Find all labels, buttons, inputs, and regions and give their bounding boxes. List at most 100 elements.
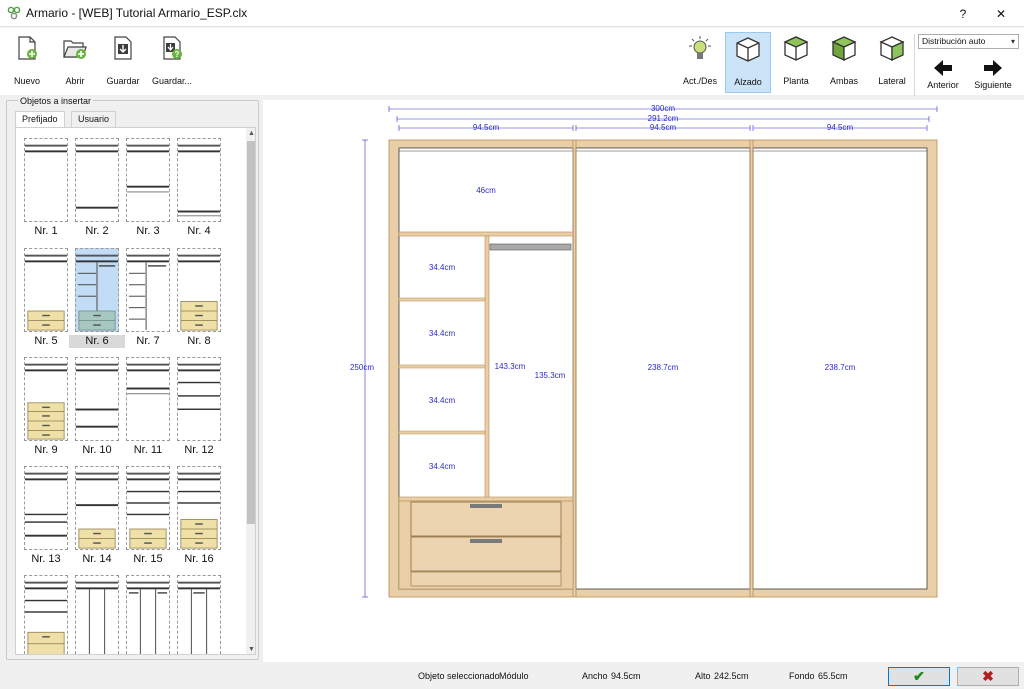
object-thumbnail xyxy=(24,466,68,550)
object-item-11[interactable]: Nr. 11 xyxy=(126,357,170,458)
object-caption: Nr. 5 xyxy=(34,335,58,347)
open-label: Abrir xyxy=(65,76,85,86)
object-item-10[interactable]: Nr. 10 xyxy=(75,357,119,458)
height-value: 242.5cm xyxy=(714,671,749,681)
object-item-18[interactable] xyxy=(75,575,119,654)
top-view-button[interactable]: Planta xyxy=(773,32,819,93)
next-button[interactable]: Siguiente xyxy=(968,54,1018,90)
window-title: Armario - [WEB] Tutorial Armario_ESP.clx xyxy=(26,6,248,20)
side-view-button[interactable]: Lateral xyxy=(869,32,915,93)
object-caption: Nr. 3 xyxy=(136,225,160,237)
new-file-icon xyxy=(18,36,37,60)
objects-panel-legend: Objetos a insertar xyxy=(18,96,94,106)
object-caption: Nr. 2 xyxy=(85,225,109,237)
save-button[interactable]: Guardar xyxy=(98,32,148,90)
dim-module-2: 94.5cm xyxy=(650,123,677,132)
object-item-9[interactable]: Nr. 9 xyxy=(24,357,68,458)
cube-both-icon xyxy=(831,36,857,62)
object-item-15[interactable]: Nr. 15 xyxy=(126,466,170,567)
object-caption: Nr. 16 xyxy=(184,553,214,565)
object-caption: Nr. 4 xyxy=(187,225,211,237)
open-folder-icon xyxy=(63,40,87,59)
object-item-3[interactable]: Nr. 3 xyxy=(126,138,170,239)
previous-button[interactable]: Anterior xyxy=(918,54,968,90)
dim-shelf-3: 34.4cm xyxy=(429,396,456,405)
app-logo-icon xyxy=(7,6,21,20)
tab-usuario[interactable]: Usuario xyxy=(71,111,117,127)
save-as-label: Guardar... xyxy=(151,76,193,86)
side-view-label: Lateral xyxy=(878,76,906,86)
dim-module-3: 94.5cm xyxy=(827,123,854,132)
object-thumbnail xyxy=(177,575,221,654)
new-label: Nuevo xyxy=(13,76,40,86)
both-view-button[interactable]: Ambas xyxy=(821,32,867,93)
object-thumbnail xyxy=(177,248,221,332)
scroll-down-icon[interactable]: ▼ xyxy=(246,644,255,654)
wardrobe-elevation: 300cm 291.2cm 94.5cm 94.5cm 94.5cm 250cm xyxy=(350,104,938,598)
object-item-4[interactable]: Nr. 4 xyxy=(177,138,221,239)
toggle-view-label: Act./Des xyxy=(682,76,717,86)
object-item-8[interactable]: Nr. 8 xyxy=(177,248,221,349)
object-caption: Nr. 12 xyxy=(184,444,214,456)
scrollbar-thumb[interactable] xyxy=(247,141,255,524)
object-thumbnail xyxy=(126,138,170,222)
open-button[interactable]: Abrir xyxy=(50,32,100,90)
save-icon xyxy=(114,36,132,60)
cube-front-icon xyxy=(736,37,760,62)
object-item-16[interactable]: Nr. 16 xyxy=(177,466,221,567)
dim-hanging-1: 143.3cm xyxy=(495,362,526,371)
object-caption: Nr. 13 xyxy=(31,553,61,565)
lightbulb-icon xyxy=(689,36,711,59)
object-item-6[interactable]: Nr. 6 xyxy=(69,248,125,349)
top-view-label: Planta xyxy=(783,76,809,86)
object-thumbnail xyxy=(75,575,119,654)
dim-shelf-1: 34.4cm xyxy=(429,263,456,272)
object-caption: Nr. 15 xyxy=(133,553,163,565)
object-item-12[interactable]: Nr. 12 xyxy=(177,357,221,458)
chevron-down-icon: ▾ xyxy=(1010,37,1015,46)
object-thumbnail xyxy=(24,575,68,654)
object-caption: Nr. 6 xyxy=(69,335,125,348)
object-thumbnail xyxy=(126,357,170,441)
ok-button[interactable]: ✔ xyxy=(888,667,950,686)
object-thumbnail xyxy=(177,357,221,441)
object-item-17[interactable] xyxy=(24,575,68,654)
object-caption: Nr. 10 xyxy=(82,444,112,456)
object-thumbnail xyxy=(75,357,119,441)
objects-scrollbar[interactable]: ▲ ▼ xyxy=(246,128,255,654)
object-item-1[interactable]: Nr. 1 xyxy=(24,138,68,239)
object-caption: Nr. 1 xyxy=(34,225,58,237)
arrow-right-icon xyxy=(984,60,1002,76)
drawing-canvas[interactable]: 300cm 291.2cm 94.5cm 94.5cm 94.5cm 250cm xyxy=(263,100,1024,662)
dim-top-shelf: 46cm xyxy=(476,186,496,195)
object-item-13[interactable]: Nr. 13 xyxy=(24,466,68,567)
toggle-view-button[interactable]: Act./Des xyxy=(677,32,723,93)
save-as-button[interactable]: ? Guardar... xyxy=(147,32,197,90)
new-button[interactable]: Nuevo xyxy=(2,32,52,90)
front-view-button[interactable]: Alzado xyxy=(725,32,771,93)
dim-hanging-2: 135.3cm xyxy=(535,371,566,380)
cancel-button[interactable]: ✖ xyxy=(957,667,1019,686)
object-item-7[interactable]: Nr. 7 xyxy=(126,248,170,349)
object-item-2[interactable]: Nr. 2 xyxy=(75,138,119,239)
scroll-up-icon[interactable]: ▲ xyxy=(246,128,255,140)
object-item-5[interactable]: Nr. 5 xyxy=(24,248,68,349)
object-thumbnail xyxy=(24,248,68,332)
distribution-select[interactable]: Distribución auto ▾ xyxy=(918,34,1019,49)
object-item-20[interactable] xyxy=(177,575,221,654)
object-item-19[interactable] xyxy=(126,575,170,654)
status-bar: Objeto seleccionado Módulo Ancho 94.5cm … xyxy=(0,663,1024,689)
dim-total-width: 300cm xyxy=(651,104,675,113)
previous-label: Anterior xyxy=(927,80,959,90)
dim-inner-width: 291.2cm xyxy=(648,114,679,123)
tab-prefijado[interactable]: Prefijado xyxy=(15,111,65,128)
object-thumbnail xyxy=(177,466,221,550)
object-thumbnail xyxy=(126,466,170,550)
close-window-button[interactable]: ✕ xyxy=(978,0,1024,27)
object-item-14[interactable]: Nr. 14 xyxy=(75,466,119,567)
title-bar: Armario - [WEB] Tutorial Armario_ESP.clx… xyxy=(0,0,1024,27)
dim-shelf-4: 34.4cm xyxy=(429,462,456,471)
depth-value: 65.5cm xyxy=(818,671,848,681)
dim-height: 250cm xyxy=(350,363,374,372)
distribution-select-value: Distribución auto xyxy=(922,36,986,46)
